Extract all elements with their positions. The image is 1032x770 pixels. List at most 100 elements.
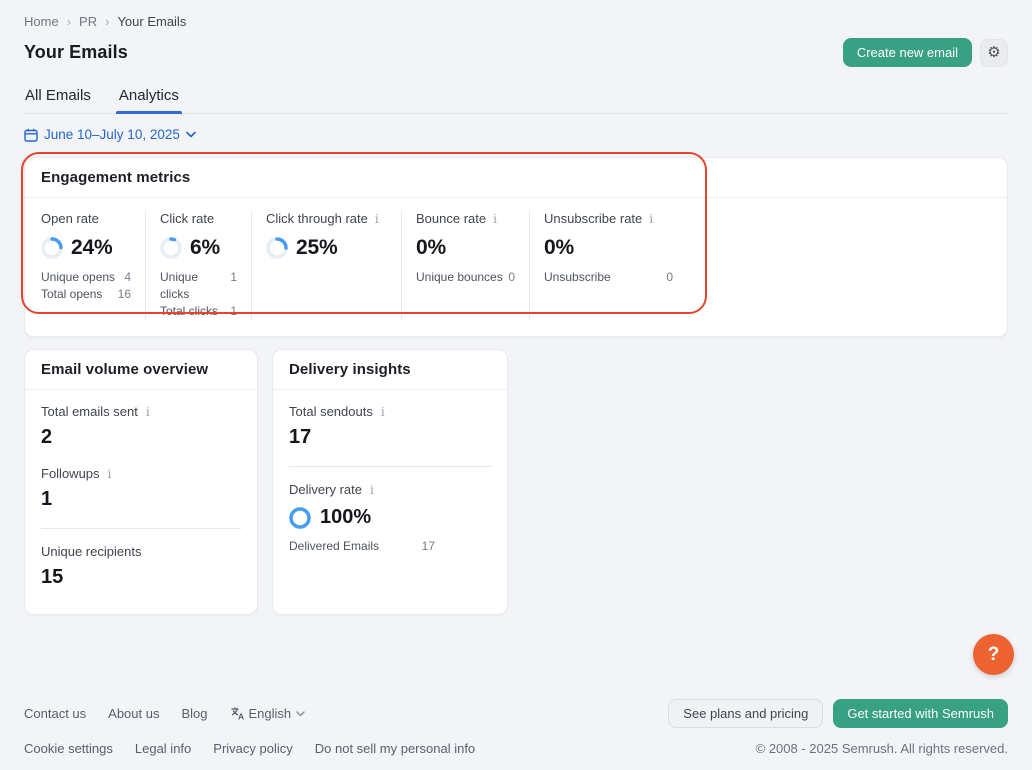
metric-value: 0%: [544, 236, 574, 260]
delivered-emails-row: Delivered Emails 17: [289, 539, 435, 553]
footer-link-privacy-policy[interactable]: Privacy policy: [213, 741, 292, 756]
stat-label: Unique bounces: [416, 269, 503, 286]
page-header: Your Emails Create new email ⚙: [24, 38, 1008, 67]
overview-cards-row: Email volume overview Total emails sent …: [24, 349, 1008, 615]
metric-label: Click rate: [160, 211, 214, 226]
info-icon[interactable]: i: [381, 406, 385, 418]
followups-value: 1: [41, 488, 241, 511]
language-label: English: [249, 706, 292, 721]
metric-open-rate: Open rate 24% Unique opens 4 Total opens…: [41, 211, 145, 320]
divider: [289, 466, 491, 467]
translate-icon: A: [230, 707, 244, 720]
info-icon[interactable]: i: [649, 213, 653, 225]
footer: Contact us About us Blog A English See p…: [0, 699, 1032, 770]
click-rate-donut-chart: [160, 237, 182, 259]
stat-value: 16: [118, 286, 131, 303]
settings-button[interactable]: ⚙: [980, 39, 1008, 67]
metric-label: Open rate: [41, 211, 99, 226]
footer-link-legal-info[interactable]: Legal info: [135, 741, 191, 756]
metric-click-rate: Click rate 6% Unique clicks 1 Total clic…: [145, 211, 251, 320]
stat-value: 1: [230, 303, 237, 320]
page-title: Your Emails: [24, 42, 128, 63]
total-sendouts-value: 17: [289, 426, 491, 449]
stat-label: Total clicks: [160, 303, 218, 320]
info-icon[interactable]: i: [370, 484, 374, 496]
stat-label: Unsubscribe: [544, 269, 611, 286]
metric-bounce-rate: Bounce rate i 0% Unique bounces 0: [401, 211, 529, 320]
footer-link-do-not-sell[interactable]: Do not sell my personal info: [315, 741, 475, 756]
metric-label: Unsubscribe rate: [544, 211, 642, 226]
stat-row: Total opens 16: [41, 286, 131, 303]
gear-icon: ⚙: [987, 45, 1000, 60]
tab-all-emails[interactable]: All Emails: [24, 83, 92, 113]
breadcrumb-your-emails: Your Emails: [117, 14, 186, 29]
engagement-metrics-title: Engagement metrics: [25, 158, 1007, 198]
question-mark-icon: ?: [988, 644, 1000, 666]
main-content: Home › PR › Your Emails Your Emails Crea…: [0, 0, 1032, 699]
metric-label: Bounce rate: [416, 211, 486, 226]
metric-unsubscribe-rate: Unsubscribe rate i 0% Unsubscribe 0: [529, 211, 687, 320]
stat-row: Unique opens 4: [41, 269, 131, 286]
stat-row: Total clicks 1: [160, 303, 237, 320]
metric-label: Click through rate: [266, 211, 368, 226]
delivery-insights-card: Delivery insights Total sendouts i 17 De…: [272, 349, 508, 615]
stat-row: Unsubscribe 0: [544, 269, 673, 286]
stat-value: 4: [124, 269, 131, 286]
click-through-rate-donut-chart: [266, 237, 288, 259]
stat-label: Unique clicks: [160, 269, 230, 303]
stat-value: 0: [666, 269, 673, 286]
date-range-label: June 10–July 10, 2025: [44, 127, 180, 142]
unique-recipients-label: Unique recipients: [41, 544, 141, 559]
total-sendouts-label: Total sendouts: [289, 404, 373, 419]
copyright-text: © 2008 - 2025 Semrush. All rights reserv…: [756, 741, 1008, 756]
stat-value: 1: [230, 269, 237, 303]
metric-value: 0%: [416, 236, 446, 260]
delivery-rate-label: Delivery rate: [289, 482, 362, 497]
date-range-picker[interactable]: June 10–July 10, 2025: [24, 127, 196, 142]
metric-value: 25%: [296, 236, 337, 260]
breadcrumb-pr[interactable]: PR: [79, 14, 97, 29]
footer-link-cookie-settings[interactable]: Cookie settings: [24, 741, 113, 756]
breadcrumb-home[interactable]: Home: [24, 14, 59, 29]
engagement-section: Engagement metrics Open rate 24% Unique …: [24, 157, 1008, 337]
stat-row: Unique clicks 1: [160, 269, 237, 303]
info-icon[interactable]: i: [108, 468, 112, 480]
metric-value: 6%: [190, 236, 220, 260]
header-actions: Create new email ⚙: [843, 38, 1008, 67]
metrics-row: Open rate 24% Unique opens 4 Total opens…: [25, 198, 1007, 336]
followups-label: Followups: [41, 466, 100, 481]
total-emails-sent-label: Total emails sent: [41, 404, 138, 419]
create-new-email-button[interactable]: Create new email: [843, 38, 972, 67]
chevron-right-icon: ›: [105, 14, 109, 29]
unique-recipients-value: 15: [41, 566, 241, 589]
delivery-rate-value: 100%: [320, 506, 371, 529]
info-icon[interactable]: i: [375, 213, 379, 225]
stat-label: Unique opens: [41, 269, 115, 286]
stat-value: 0: [508, 269, 515, 286]
get-started-button[interactable]: Get started with Semrush: [833, 699, 1008, 728]
breadcrumb: Home › PR › Your Emails: [24, 0, 1008, 29]
info-icon[interactable]: i: [493, 213, 497, 225]
open-rate-donut-chart: [41, 237, 63, 259]
chevron-right-icon: ›: [67, 14, 71, 29]
language-selector[interactable]: A English: [230, 706, 306, 721]
see-plans-button[interactable]: See plans and pricing: [668, 699, 823, 728]
tab-analytics[interactable]: Analytics: [118, 83, 180, 113]
email-volume-card: Email volume overview Total emails sent …: [24, 349, 258, 615]
footer-link-blog[interactable]: Blog: [181, 706, 207, 721]
svg-text:A: A: [238, 712, 244, 721]
delivered-emails-label: Delivered Emails: [289, 539, 379, 553]
help-button[interactable]: ?: [973, 634, 1014, 675]
delivery-insights-title: Delivery insights: [273, 350, 507, 390]
footer-link-about-us[interactable]: About us: [108, 706, 159, 721]
metric-value: 24%: [71, 236, 112, 260]
stat-row: Unique bounces 0: [416, 269, 515, 286]
calendar-icon: [24, 128, 38, 142]
chevron-down-icon: [186, 131, 196, 138]
info-icon[interactable]: i: [146, 406, 150, 418]
stat-label: Total opens: [41, 286, 102, 303]
total-emails-sent-value: 2: [41, 426, 241, 449]
metric-click-through-rate: Click through rate i 25%: [251, 211, 401, 320]
divider: [41, 528, 241, 529]
footer-link-contact-us[interactable]: Contact us: [24, 706, 86, 721]
